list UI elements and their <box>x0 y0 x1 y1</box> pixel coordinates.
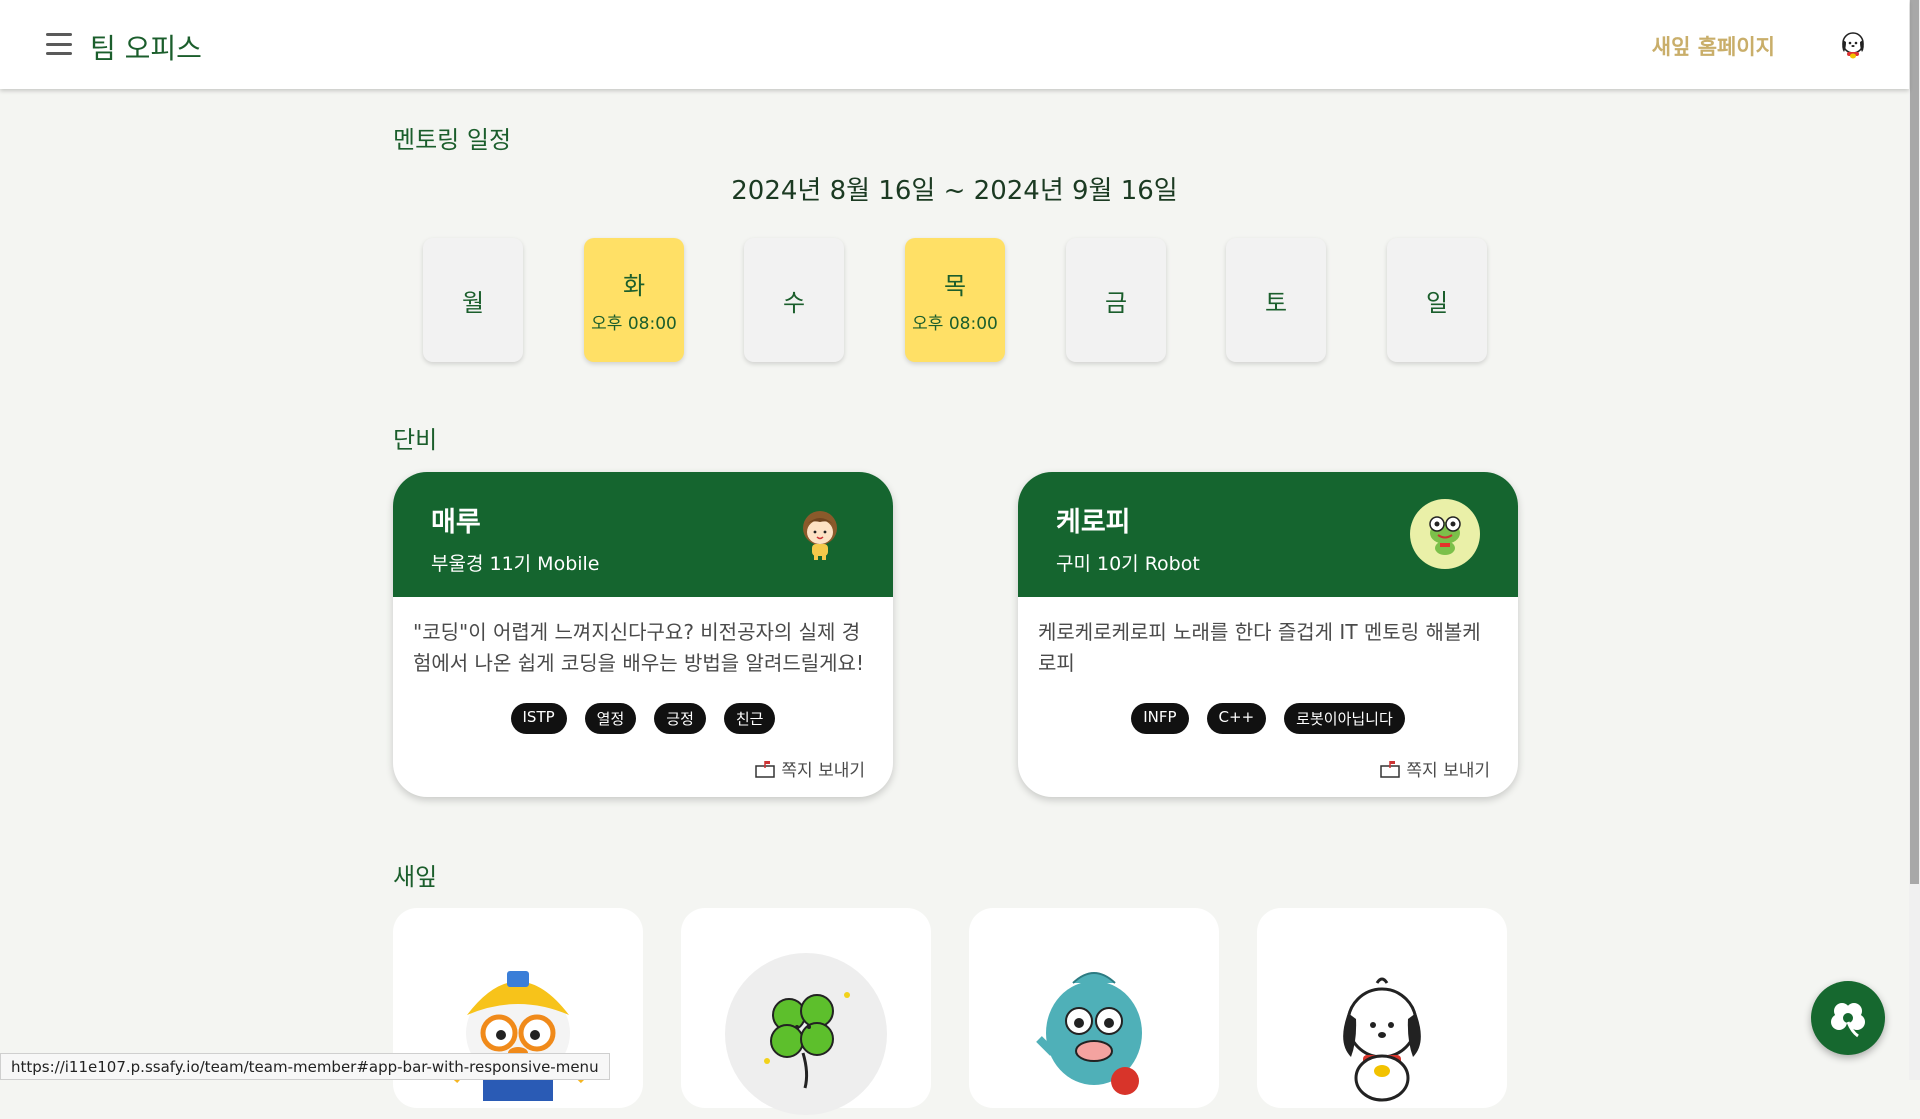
day-card[interactable]: 목오후 08:00 <box>905 238 1005 362</box>
tag-badge: ISTP <box>510 703 567 734</box>
member-card[interactable] <box>1257 908 1507 1108</box>
schedule-section-title: 멘토링 일정 <box>393 126 512 154</box>
tag-badge: 로봇이아닙니다 <box>1284 703 1405 734</box>
user-avatar[interactable] <box>1835 26 1871 62</box>
penguin-avatar <box>437 953 599 1108</box>
tag-badge: INFP <box>1131 703 1189 734</box>
day-label: 일 <box>1425 288 1449 317</box>
mentors-section-title: 단비 <box>393 426 438 454</box>
homepage-link[interactable]: 새잎 홈페이지 <box>1652 31 1775 61</box>
mentor-card-header: 케로피 구미 10기 Robot <box>1018 472 1518 597</box>
members-section-title: 새잎 <box>393 863 438 891</box>
mentor-tags: INFP C++ 로봇이아닙니다 <box>1018 703 1518 734</box>
send-message-label: 쪽지 보내기 <box>781 761 865 781</box>
day-card[interactable]: 월 <box>423 238 523 362</box>
dog-avatar <box>1301 953 1463 1108</box>
member-card[interactable] <box>681 908 931 1115</box>
send-message-button[interactable]: 쪽지 보내기 <box>755 756 865 781</box>
send-message-label: 쪽지 보내기 <box>1406 761 1490 781</box>
mentor-avatar <box>785 499 855 569</box>
app-title: 팀 오피스 <box>90 32 202 65</box>
day-label: 화 <box>622 272 646 300</box>
tag-badge: C++ <box>1206 703 1267 734</box>
mentor-description: 케로케로케로피 노래를 한다 즐겁게 IT 멘토링 해볼케로피 <box>1038 620 1481 675</box>
clover-avatar <box>725 953 887 1115</box>
app-bar: 팀 오피스 새잎 홈페이지 <box>0 0 1909 89</box>
schedule-date-range: 2024년 8월 16일 ~ 2024년 9월 16일 <box>731 176 1178 206</box>
day-card[interactable]: 화오후 08:00 <box>584 238 684 362</box>
tag-badge: 긍정 <box>654 703 706 734</box>
mentor-card-header: 매루 부울경 11기 Mobile <box>393 472 893 597</box>
status-bar-url: https://i11e107.p.ssafy.io/team/team-mem… <box>0 1053 610 1080</box>
mentor-avatar <box>1410 499 1480 569</box>
fish-avatar <box>1013 953 1175 1108</box>
member-card[interactable] <box>969 908 1219 1108</box>
day-card[interactable]: 일 <box>1387 238 1487 362</box>
mentor-card: 매루 부울경 11기 Mobile "코딩"이 어렵게 느껴지신다구요? 비전공… <box>393 472 893 797</box>
mentor-tags: ISTP 열정 긍정 친근 <box>393 703 893 734</box>
send-message-button[interactable]: 쪽지 보내기 <box>1380 756 1490 781</box>
mailbox-icon <box>755 760 776 778</box>
day-label: 수 <box>782 288 806 317</box>
scrollbar-thumb[interactable] <box>1910 0 1919 884</box>
day-card[interactable]: 토 <box>1226 238 1326 362</box>
menu-icon[interactable] <box>46 33 72 55</box>
tag-badge: 열정 <box>584 703 637 734</box>
day-label: 월 <box>461 288 485 317</box>
mailbox-icon <box>1380 760 1401 778</box>
day-card[interactable]: 수 <box>744 238 844 362</box>
day-label: 목 <box>943 272 967 300</box>
clover-fab-button[interactable] <box>1811 981 1885 1055</box>
mentor-card: 케로피 구미 10기 Robot 케로케로케로피 노래를 한다 즐겁게 IT 멘… <box>1018 472 1518 797</box>
tag-badge: 친근 <box>723 703 776 734</box>
day-time: 오후 08:00 <box>591 314 677 334</box>
mentor-description: "코딩"이 어렵게 느껴지신다구요? 비전공자의 실제 경험에서 나온 쉽게 코… <box>413 620 864 675</box>
day-label: 금 <box>1104 288 1128 317</box>
day-time: 오후 08:00 <box>912 314 998 334</box>
clover-icon <box>1831 1003 1865 1038</box>
day-card[interactable]: 금 <box>1066 238 1166 362</box>
day-label: 토 <box>1264 288 1288 317</box>
